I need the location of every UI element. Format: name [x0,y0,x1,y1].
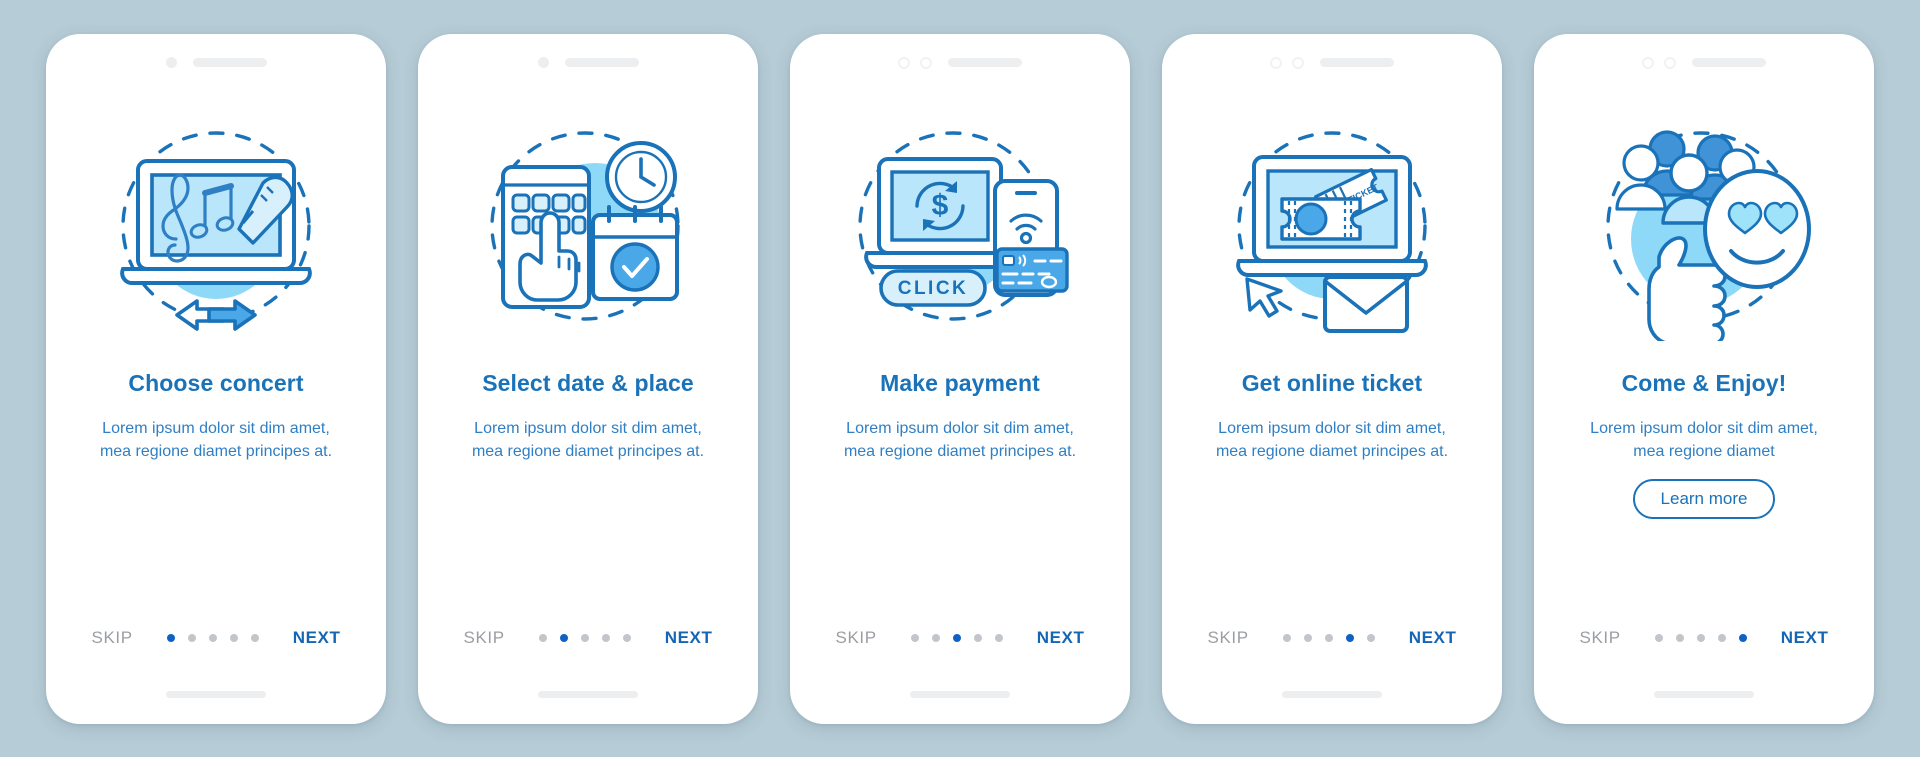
step-dot-5[interactable] [622,633,631,642]
next-button[interactable]: NEXT [1781,628,1829,648]
step-dot-5[interactable] [250,633,259,642]
phone-status-bar [46,34,386,78]
speaker-grill-icon [948,58,1022,67]
sensor-icon [920,56,932,69]
home-indicator[interactable] [538,690,638,698]
click-label: CLICK [898,278,969,299]
step-indicator-dots [166,633,259,642]
phone-status-bar [1162,34,1502,78]
learn-more-button[interactable]: Learn more [1632,478,1776,519]
step-dot-3[interactable] [952,633,961,642]
step-indicator-dots [910,633,1003,642]
step-dot-3[interactable] [208,633,217,642]
step-dot-5[interactable] [994,633,1003,642]
screen-title: Come & Enjoy! [1621,369,1787,396]
home-indicator[interactable] [1282,690,1382,698]
illustration-date-picker [418,96,758,356]
step-dot-3[interactable] [1324,633,1333,642]
onboarding-screen-come-and-enjoy: Come & Enjoy! Lorem ipsum dolor sit dim … [1534,33,1874,724]
next-button[interactable]: NEXT [293,628,341,648]
onboarding-screen-make-payment: $ CLICK Make payment Lorem ipsum dolor s… [790,33,1130,724]
onboarding-screen-select-date-place: Select date & place Lorem ipsum dolor si… [418,33,758,724]
illustration-online-ticket: TICKET [1162,96,1502,356]
step-indicator-dots [538,633,631,642]
step-dot-1[interactable] [538,633,547,642]
home-indicator[interactable] [1654,690,1754,698]
step-dot-4[interactable] [1345,633,1354,642]
onboarding-screen-get-online-ticket: TICKET Get online ticket Lorem ipsum dol… [1162,33,1502,724]
screen-title: Select date & place [482,369,694,396]
screen-title: Make payment [880,369,1040,396]
onboarding-screens-container: Choose concert Lorem ipsum dolor sit dim… [0,0,1920,757]
speaker-grill-icon [192,58,267,67]
step-dot-1[interactable] [1654,633,1663,642]
step-dot-1[interactable] [910,633,919,642]
step-dot-1[interactable] [1282,633,1291,642]
step-indicator-dots [1654,633,1747,642]
step-dot-4[interactable] [229,633,238,642]
screen-title: Get online ticket [1241,369,1423,396]
phone-status-bar [790,34,1130,78]
screen-description: Lorem ipsum dolor sit dim amet, mea regi… [1590,419,1818,460]
speaker-grill-icon [1692,58,1766,67]
screen-description: Lorem ipsum dolor sit dim amet, mea regi… [843,419,1077,460]
screen-description: Lorem ipsum dolor sit dim amet, mea regi… [1215,419,1449,460]
next-button[interactable]: NEXT [665,628,713,648]
camera-icon [1642,56,1654,69]
skip-button[interactable]: SKIP [836,628,877,648]
camera-icon [1270,56,1282,69]
step-indicator-dots [1282,633,1375,642]
next-button[interactable]: NEXT [1409,628,1457,648]
onboarding-screen-choose-concert: Choose concert Lorem ipsum dolor sit dim… [46,33,386,724]
onboarding-nav: SKIP NEXT [418,628,758,648]
step-dot-2[interactable] [931,633,940,642]
sensor-icon [1664,56,1676,69]
phone-status-bar [1534,34,1874,78]
camera-icon [898,56,910,69]
screen-description: Lorem ipsum dolor sit dim amet, mea regi… [99,419,333,460]
step-dot-1[interactable] [166,633,175,642]
step-dot-2[interactable] [187,633,196,642]
svg-text:$: $ [932,189,949,222]
screen-description: Lorem ipsum dolor sit dim amet, mea regi… [471,419,705,460]
step-dot-2[interactable] [1675,633,1684,642]
phone-status-bar [418,34,758,78]
speaker-grill-icon [564,58,639,67]
onboarding-nav: SKIP NEXT [46,628,386,648]
step-dot-5[interactable] [1366,633,1375,642]
step-dot-3[interactable] [580,633,589,642]
speaker-grill-icon [1320,58,1394,67]
screen-title: Choose concert [128,369,304,396]
skip-button[interactable]: SKIP [464,628,505,648]
onboarding-nav: SKIP NEXT [790,628,1130,648]
next-button[interactable]: NEXT [1037,628,1085,648]
home-indicator[interactable] [166,690,266,698]
skip-button[interactable]: SKIP [1208,628,1249,648]
step-dot-4[interactable] [973,633,982,642]
illustration-enjoy [1534,96,1874,356]
illustration-payment: $ CLICK [790,96,1130,356]
step-dot-5[interactable] [1738,633,1747,642]
camera-icon [537,57,549,68]
skip-button[interactable]: SKIP [1580,628,1621,648]
sensor-icon [1292,56,1304,69]
camera-icon [165,57,177,68]
onboarding-nav: SKIP NEXT [1534,628,1874,648]
step-dot-4[interactable] [601,633,610,642]
step-dot-3[interactable] [1696,633,1705,642]
illustration-laptop-music [46,96,386,356]
step-dot-2[interactable] [559,633,568,642]
home-indicator[interactable] [910,690,1010,698]
skip-button[interactable]: SKIP [92,628,133,648]
step-dot-4[interactable] [1717,633,1726,642]
step-dot-2[interactable] [1303,633,1312,642]
onboarding-nav: SKIP NEXT [1162,628,1502,648]
